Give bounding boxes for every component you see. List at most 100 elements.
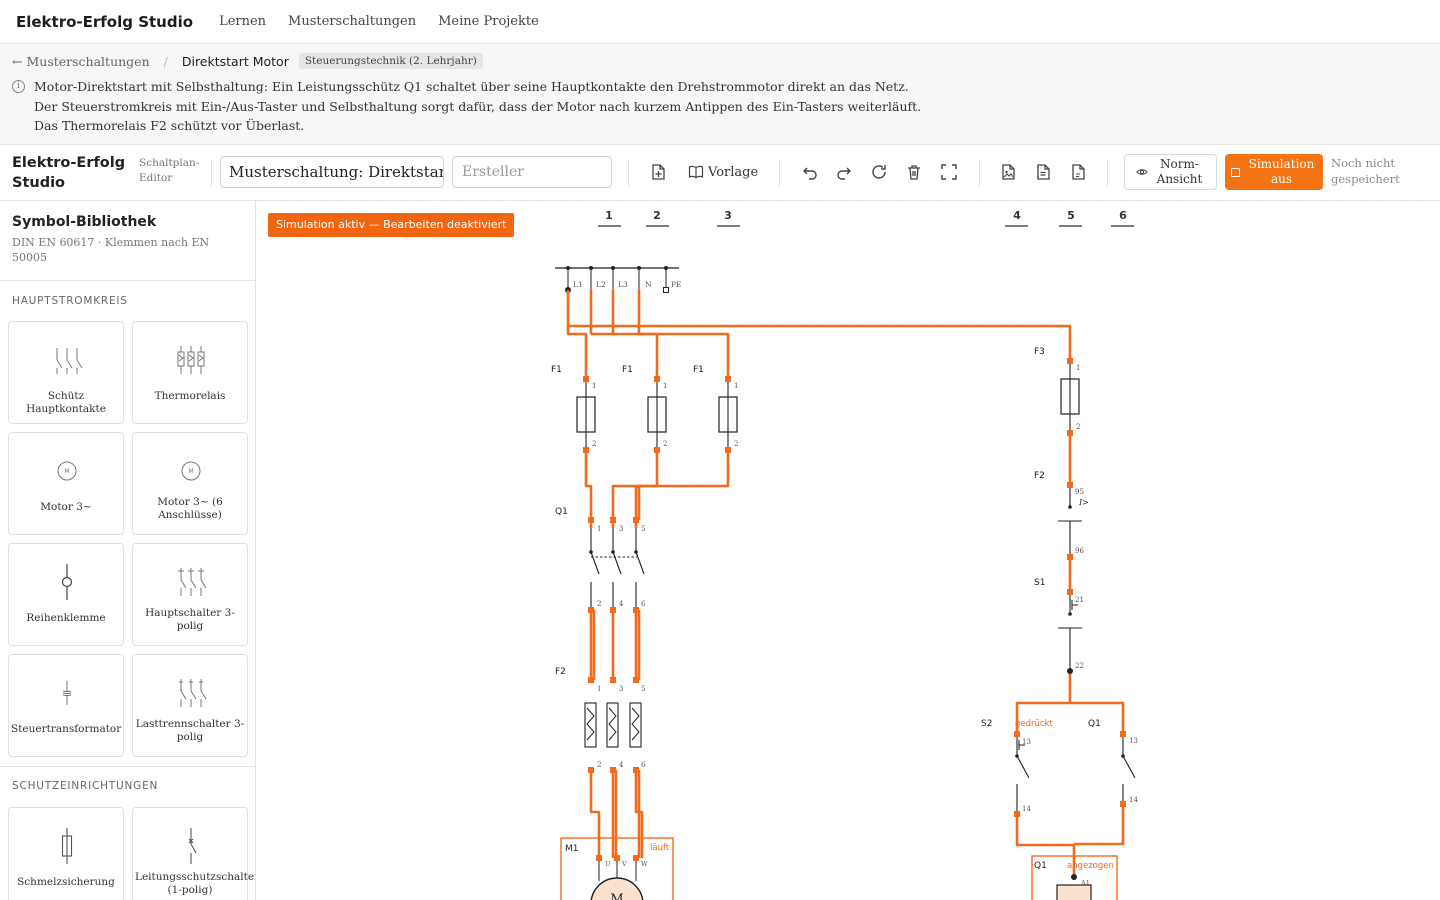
terminal-label: 2	[597, 761, 601, 769]
brand-logo[interactable]: Elektro-Erfolg Studio	[16, 13, 193, 31]
breadcrumb-separator: /	[163, 53, 168, 69]
symbol-hauptschalter[interactable]: Hauptschalter 3-polig	[132, 543, 248, 646]
arrow-left-icon: ←	[12, 53, 23, 69]
export-image-icon[interactable]	[998, 162, 1018, 182]
column-number: 4	[1013, 209, 1021, 222]
terminal-label: 1	[663, 382, 667, 390]
component-label: F2	[555, 667, 566, 677]
nav-lernen[interactable]: Lernen	[219, 14, 266, 29]
terminal-label: 2	[592, 440, 596, 448]
symbol-motor-3-6[interactable]: M Motor 3~ (6 Anschlüsse)	[132, 432, 248, 535]
symbol-label: Schütz Hauptkontakte	[26, 390, 106, 415]
symbol-label: Schmelzsicherung	[17, 876, 115, 888]
undo-icon[interactable]	[800, 162, 820, 182]
simulation-banner: Simulation aktiv — Bearbeiten deaktivier…	[268, 213, 515, 237]
motor-6-icon: M	[181, 461, 201, 481]
redo-icon[interactable]	[834, 162, 854, 182]
symbol-lasttrennschalter[interactable]: Lasttrennschalter 3-polig	[132, 654, 248, 757]
symbol-schuetz-hauptkontakte[interactable]: Schütz Hauptkontakte	[8, 321, 124, 424]
terminal-label: 1	[597, 685, 601, 693]
stop-icon	[1230, 167, 1240, 177]
fullscreen-icon[interactable]	[939, 162, 959, 182]
editor-toolbar: Elektro-Erfolg Studio Schaltplan-Editor …	[0, 145, 1440, 201]
column-number: 1	[605, 209, 613, 222]
terminal-label: 96	[1075, 547, 1084, 555]
motor-status: läuft	[650, 843, 670, 853]
symbol-label: Hauptschalter 3-polig	[145, 607, 235, 632]
library-title: Symbol-Bibliothek	[12, 214, 157, 230]
terminal-label: 1	[1076, 364, 1080, 372]
symbol-schmelzsicherung[interactable]: Schmelzsicherung	[8, 807, 124, 900]
breadcrumb: ← Musterschaltungen / Direktstart Motor …	[12, 53, 483, 69]
circuit-info-header: ← Musterschaltungen / Direktstart Motor …	[0, 44, 1440, 145]
terminal-label: 6	[641, 761, 646, 769]
terminal-label: 4	[619, 761, 624, 769]
symbol-library: Symbol-Bibliothek DIN EN 60617 · Klemmen…	[0, 201, 256, 900]
grid-background	[256, 201, 1440, 900]
circuit-breaker-icon	[188, 828, 197, 864]
symbol-leitungsschutzschalter[interactable]: Leitungsschutzschalter (1-polig)	[132, 807, 256, 900]
component-label: Q1	[1034, 861, 1047, 871]
export-document-icon[interactable]	[1068, 162, 1088, 182]
symbol-label: Leitungsschutzschalter (1-polig)	[135, 871, 256, 896]
trash-icon[interactable]	[904, 162, 924, 182]
project-title-input[interactable]: Musterschaltung: Direktstart Motor	[220, 156, 444, 188]
export-pdf-icon[interactable]	[1033, 162, 1053, 182]
component-label: F1	[622, 365, 633, 375]
terminal-label: 1	[592, 382, 596, 390]
column-number: 5	[1067, 209, 1075, 222]
simulation-toggle-button[interactable]: Simulation aus	[1225, 154, 1323, 190]
transformer-icon	[62, 681, 72, 705]
load-switch-icon	[179, 679, 207, 707]
component-label: F2	[1034, 471, 1045, 481]
description-line: Der Steuerstromkreis mit Ein-/Aus-Taster…	[34, 98, 922, 114]
terminal-label: 2	[597, 600, 601, 608]
symbol-label: Lasttrennschalter 3-polig	[135, 718, 245, 743]
column-number: 6	[1119, 209, 1127, 222]
bus-label: N	[645, 280, 652, 289]
nav-meine-projekte[interactable]: Meine Projekte	[438, 14, 539, 29]
author-input[interactable]: Ersteller	[452, 156, 612, 188]
description-line: Motor-Direktstart mit Selbsthaltung: Ein…	[34, 79, 909, 94]
symbol-thermorelais[interactable]: Thermorelais	[132, 321, 248, 424]
symbol-label: Reihenklemme	[26, 612, 106, 624]
symbol-reihenklemme[interactable]: Reihenklemme	[8, 543, 124, 646]
motor-symbol-label: M	[610, 892, 623, 900]
symbol-motor-3[interactable]: M Motor 3~	[8, 432, 124, 535]
eye-icon	[1135, 169, 1148, 175]
terminal-label: 4	[619, 600, 624, 608]
terminal-label: U	[605, 860, 611, 868]
terminal-label: 14	[1022, 805, 1031, 813]
svg-text:M: M	[188, 468, 193, 475]
symbol-label: Steuertransformator	[11, 723, 122, 735]
refresh-icon[interactable]	[869, 162, 889, 182]
back-link-label: Musterschaltungen	[26, 53, 150, 69]
fuse-icon	[61, 828, 73, 864]
component-label: F1	[693, 365, 704, 375]
top-nav: Elektro-Erfolg Studio Lernen Musterschal…	[0, 0, 1440, 44]
symbol-steuertransformator[interactable]: Steuertransformator	[8, 654, 124, 757]
new-file-icon[interactable]	[648, 162, 668, 182]
norm-view-button[interactable]: Norm-Ansicht	[1124, 154, 1217, 190]
schematic-canvas[interactable]: 1 2 3 4 5 6 L1 L2 L3 N PE F1 F1 F1 1 1 1…	[256, 201, 1440, 900]
description-line: Das Thermorelais F2 schützt vor Überlast…	[34, 118, 305, 133]
bus-label: L2	[596, 280, 606, 289]
toolbar-divider	[211, 159, 212, 187]
nav-musterschaltungen[interactable]: Musterschaltungen	[288, 14, 416, 29]
bus-label: L3	[618, 280, 628, 289]
terminal-icon	[61, 564, 73, 600]
bus-label: L1	[573, 280, 583, 289]
component-label: Q1	[1088, 719, 1101, 729]
norm-view-label: Norm-Ansicht	[1156, 157, 1203, 186]
template-button[interactable]: Vorlage	[688, 162, 758, 182]
symbol-label: Motor 3~	[40, 501, 92, 513]
terminal-label: 2	[734, 440, 738, 448]
back-link[interactable]: ← Musterschaltungen	[12, 54, 150, 69]
toolbar-divider	[779, 159, 780, 187]
save-status: Noch nicht gespeichert	[1331, 156, 1400, 186]
divider	[0, 280, 255, 281]
terminal-label: 13	[1022, 738, 1031, 746]
divider	[0, 766, 255, 767]
terminal-label: 1	[597, 525, 601, 533]
terminal-label: 3	[619, 685, 623, 693]
